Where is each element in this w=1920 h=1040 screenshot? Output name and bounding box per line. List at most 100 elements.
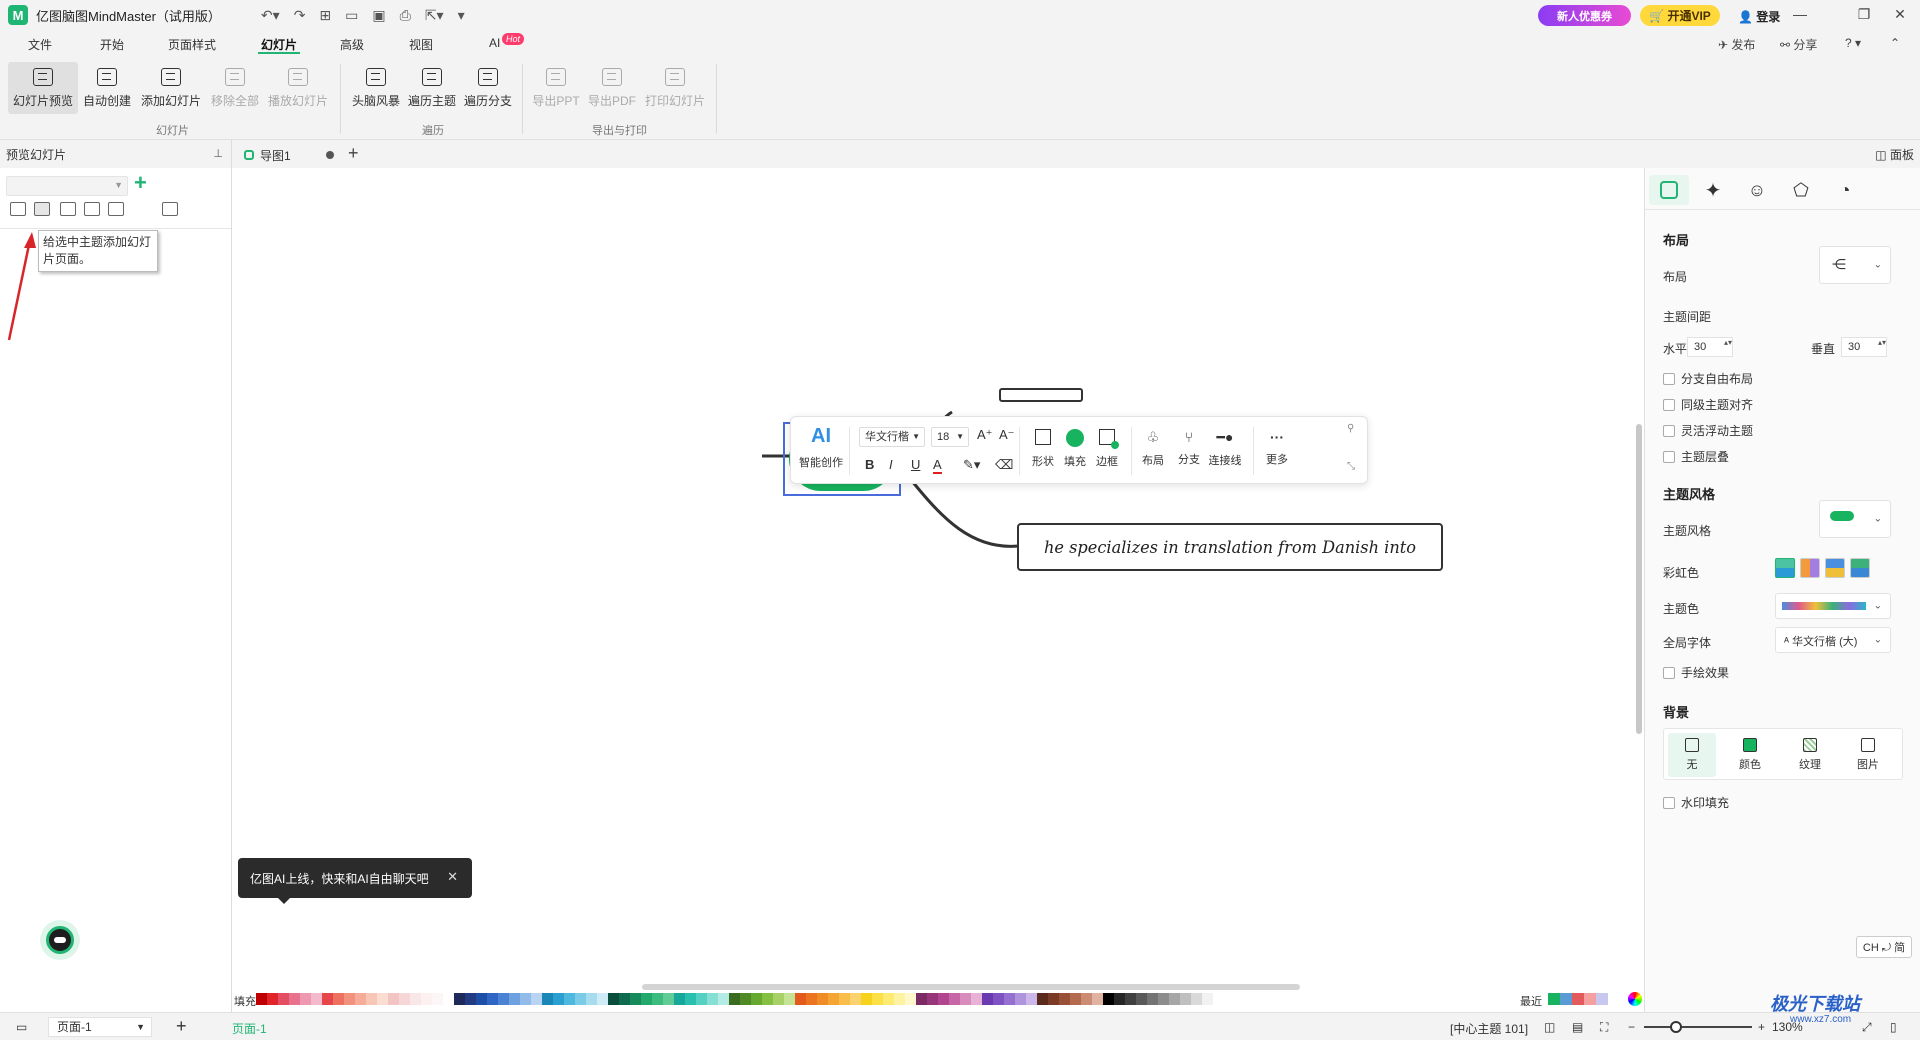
border-button[interactable]: 边框 bbox=[1091, 429, 1123, 469]
bold-button[interactable]: B bbox=[865, 457, 874, 472]
italic-button[interactable]: I bbox=[889, 457, 893, 472]
pin-toolbar-icon[interactable]: ⚲ bbox=[1347, 423, 1354, 434]
print-icon[interactable]: ⎙ bbox=[400, 7, 411, 24]
color-swatch[interactable] bbox=[1202, 993, 1213, 1005]
tab-page-style[interactable]: 页面样式 bbox=[168, 36, 216, 53]
add-slide-button[interactable]: 添加幻灯片 bbox=[138, 62, 204, 114]
more-button[interactable]: ··· 更多 bbox=[1261, 429, 1293, 467]
color-swatch[interactable] bbox=[399, 993, 410, 1005]
export-pdf-button[interactable]: 导出PDF bbox=[586, 62, 638, 114]
color-swatch[interactable] bbox=[377, 993, 388, 1005]
hand-drawn-checkbox[interactable]: 手绘效果 bbox=[1663, 664, 1729, 681]
redo-icon[interactable]: ↷ bbox=[294, 7, 306, 24]
tab-file[interactable]: 文件 bbox=[28, 36, 52, 53]
undo-icon[interactable]: ↶▾ bbox=[261, 7, 280, 24]
color-swatch[interactable] bbox=[1037, 993, 1048, 1005]
ime-indicator[interactable]: CH ⤾ 简 bbox=[1856, 936, 1912, 958]
ai-create-button[interactable]: AI 智能创作 bbox=[799, 425, 843, 470]
color-swatch[interactable] bbox=[520, 993, 531, 1005]
clear-format-icon[interactable]: ⌫ bbox=[995, 457, 1013, 473]
color-swatch[interactable] bbox=[564, 993, 575, 1005]
rainbow-option[interactable] bbox=[1825, 558, 1845, 578]
color-swatch[interactable] bbox=[575, 993, 586, 1005]
color-swatch[interactable] bbox=[894, 993, 905, 1005]
customize-icon[interactable]: ▾ bbox=[458, 7, 465, 24]
shrink-font-icon[interactable]: A⁻ bbox=[999, 427, 1015, 443]
underline-button[interactable]: U bbox=[911, 457, 920, 472]
recent-color-swatch[interactable] bbox=[1560, 993, 1572, 1005]
free-layout-checkbox[interactable]: 分支自由布局 bbox=[1663, 370, 1753, 387]
color-swatch[interactable] bbox=[740, 993, 751, 1005]
add-slide-to-topic-icon[interactable] bbox=[34, 202, 50, 216]
zoom-in-icon[interactable]: + bbox=[1758, 1020, 1765, 1034]
color-swatch[interactable] bbox=[762, 993, 773, 1005]
fullscreen-icon[interactable]: ⤢ bbox=[1862, 1020, 1872, 1035]
color-swatch[interactable] bbox=[487, 993, 498, 1005]
color-swatch[interactable] bbox=[322, 993, 333, 1005]
color-swatch[interactable] bbox=[883, 993, 894, 1005]
color-swatch[interactable] bbox=[630, 993, 641, 1005]
color-swatch[interactable] bbox=[751, 993, 762, 1005]
topic-overlap-checkbox[interactable]: 主题层叠 bbox=[1663, 448, 1729, 465]
color-swatch[interactable] bbox=[311, 993, 322, 1005]
minimize-icon[interactable]: — bbox=[1790, 6, 1810, 22]
watermark-fill-checkbox[interactable]: 水印填充 bbox=[1663, 794, 1729, 811]
color-swatch[interactable] bbox=[1070, 993, 1081, 1005]
tab-theme[interactable]: ⬠ bbox=[1781, 175, 1821, 205]
color-swatch[interactable] bbox=[509, 993, 520, 1005]
panel-toggle-button[interactable]: ◫ 面板 bbox=[1875, 146, 1914, 163]
add-page-button[interactable]: + bbox=[176, 1016, 187, 1037]
connector-button[interactable]: ━● 连接线 bbox=[1205, 429, 1245, 468]
tab-slides[interactable]: 幻灯片 bbox=[261, 36, 297, 53]
color-swatch[interactable] bbox=[1059, 993, 1070, 1005]
color-swatch[interactable] bbox=[366, 993, 377, 1005]
auto-create-button[interactable]: 自动创建 bbox=[82, 62, 132, 114]
save-icon[interactable]: ▣ bbox=[372, 7, 385, 24]
page-tab[interactable]: 页面-1 bbox=[232, 1020, 267, 1037]
color-swatch[interactable] bbox=[949, 993, 960, 1005]
color-swatch[interactable] bbox=[828, 993, 839, 1005]
color-swatch[interactable] bbox=[454, 993, 465, 1005]
layout-select[interactable]: ⋲ ⌄ bbox=[1819, 246, 1891, 284]
slide-preview-button[interactable]: 幻灯片预览 bbox=[8, 62, 78, 114]
color-swatch[interactable] bbox=[718, 993, 729, 1005]
color-swatch[interactable] bbox=[663, 993, 674, 1005]
fit-screen-icon[interactable]: ⛶ bbox=[1600, 1020, 1608, 1035]
color-swatch[interactable] bbox=[619, 993, 630, 1005]
color-swatch[interactable] bbox=[443, 993, 454, 1005]
bg-image-option[interactable]: 图片 bbox=[1844, 733, 1892, 777]
color-swatch[interactable] bbox=[861, 993, 872, 1005]
color-swatch[interactable] bbox=[916, 993, 927, 1005]
color-swatch[interactable] bbox=[784, 993, 795, 1005]
tab-ai-style[interactable]: ✦ bbox=[1693, 175, 1733, 205]
color-swatch[interactable] bbox=[608, 993, 619, 1005]
print-slides-button[interactable]: 打印幻灯片 bbox=[642, 62, 708, 114]
color-swatch[interactable] bbox=[1092, 993, 1103, 1005]
theme-style-select[interactable]: ⌄ bbox=[1819, 500, 1891, 538]
open-vip-button[interactable]: 🛒 开通VIP bbox=[1640, 5, 1720, 26]
branch-button[interactable]: ⑂ 分支 bbox=[1173, 429, 1205, 467]
fill-button[interactable]: 填充 bbox=[1059, 429, 1091, 469]
tab-icons[interactable]: ☺ bbox=[1737, 175, 1777, 205]
vertical-scrollbar[interactable] bbox=[1636, 424, 1642, 734]
color-swatch[interactable] bbox=[839, 993, 850, 1005]
color-swatch[interactable] bbox=[289, 993, 300, 1005]
open-folder-icon[interactable]: ▭ bbox=[345, 7, 358, 24]
color-swatch[interactable] bbox=[421, 993, 432, 1005]
color-swatch[interactable] bbox=[1158, 993, 1169, 1005]
horizontal-spacing-input[interactable]: 30 bbox=[1687, 337, 1733, 357]
grid-view-icon[interactable] bbox=[108, 202, 124, 216]
color-swatch[interactable] bbox=[355, 993, 366, 1005]
color-swatch[interactable] bbox=[531, 993, 542, 1005]
theme-color-select[interactable]: ⌄ bbox=[1775, 593, 1891, 619]
restore-icon[interactable]: ❐ bbox=[1854, 6, 1874, 23]
color-swatch[interactable] bbox=[927, 993, 938, 1005]
shape-button[interactable]: 形状 bbox=[1027, 429, 1059, 469]
collapse-ribbon-icon[interactable]: ⌃ bbox=[1890, 36, 1900, 50]
recent-color-swatch[interactable] bbox=[1584, 993, 1596, 1005]
play-slides-button[interactable]: 播放幻灯片 bbox=[266, 62, 330, 114]
add-slide-plus-button[interactable]: + bbox=[134, 172, 147, 194]
publish-button[interactable]: ✈ 发布 bbox=[1718, 36, 1755, 53]
color-swatch[interactable] bbox=[553, 993, 564, 1005]
color-swatch[interactable] bbox=[1015, 993, 1026, 1005]
